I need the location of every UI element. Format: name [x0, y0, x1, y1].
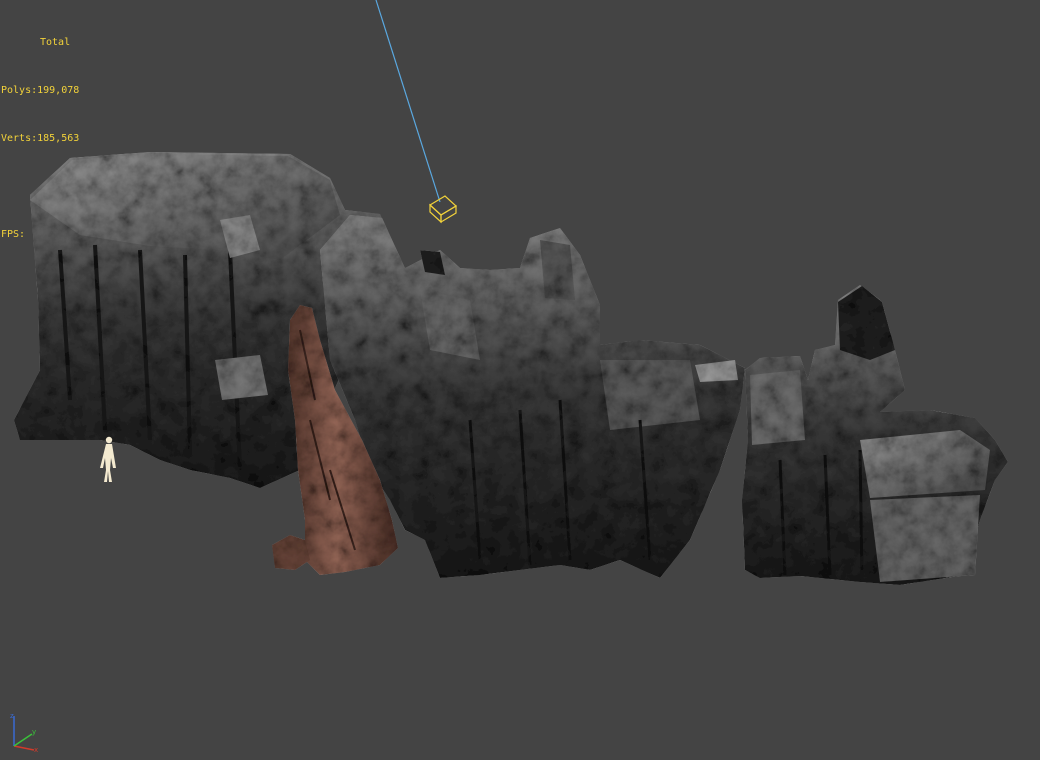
- axis-tripod-icon: z y x: [10, 712, 38, 754]
- verts-value: 185,563: [37, 133, 80, 144]
- polys-label: Polys:: [1, 85, 38, 96]
- axis-x-line: [13, 745, 35, 751]
- rock-mesh-right[interactable]: [742, 285, 1008, 585]
- axis-x-label: x: [34, 746, 38, 754]
- human-scale-figure[interactable]: [100, 436, 116, 482]
- 3d-viewport[interactable]: Total Polys:199,078 Verts:185,563 FPS: z…: [0, 0, 1040, 760]
- light-target-line: [375, 0, 441, 203]
- viewport-statistics: Total Polys:199,078 Verts:185,563 FPS:: [1, 3, 79, 275]
- light-gizmo-icon[interactable]: [428, 195, 458, 224]
- polys-value: 199,078: [37, 85, 80, 96]
- stats-spacer: [1, 179, 79, 195]
- axis-y-label: y: [32, 728, 36, 736]
- axis-y-line: [13, 733, 33, 747]
- verts-row: Verts:185,563: [1, 131, 79, 147]
- fps-label: FPS:: [1, 229, 26, 240]
- axis-z-label: z: [10, 712, 14, 720]
- stats-title: Total: [40, 37, 71, 48]
- polys-row: Polys:199,078: [1, 83, 79, 99]
- verts-label: Verts:: [1, 133, 38, 144]
- scene-render[interactable]: [0, 0, 1040, 760]
